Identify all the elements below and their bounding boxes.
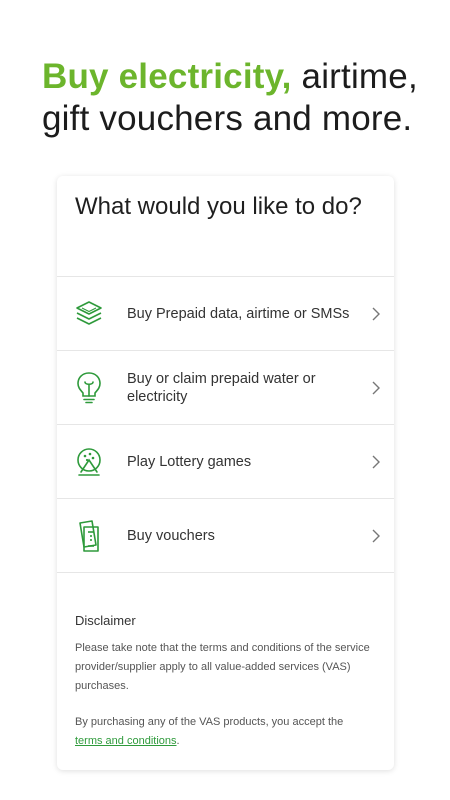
disclaimer-paragraph: Please take note that the terms and cond… [75, 642, 370, 692]
chevron-right-icon [370, 455, 382, 469]
layers-icon [74, 297, 104, 331]
chevron-right-icon [370, 529, 382, 543]
option-label: Buy Prepaid data, airtime or SMSs [127, 306, 350, 322]
disclaimer-title: Disclaimer [75, 613, 136, 628]
headline: Buy electricity, airtime, gift vouchers … [42, 56, 442, 140]
option-vouchers[interactable]: Buy vouchers [57, 499, 394, 573]
divider [57, 572, 394, 573]
option-label: Buy or claim prepaid water or electricit… [127, 371, 316, 405]
chevron-right-icon [370, 307, 382, 321]
acceptance-text: By purchasing any of the VAS products, y… [75, 716, 344, 728]
terms-link[interactable]: terms and conditions [75, 735, 177, 747]
lottery-icon [74, 445, 104, 479]
lightbulb-icon [74, 371, 104, 405]
chevron-right-icon [370, 381, 382, 395]
link-suffix: . [176, 735, 180, 747]
option-lottery[interactable]: Play Lottery games [57, 425, 394, 499]
option-label: Play Lottery games [127, 454, 252, 470]
voucher-icon [74, 519, 104, 553]
disclaimer-acceptance: By purchasing any of the VAS products, y… [75, 713, 375, 751]
headline-accent: Buy electricity, [42, 57, 292, 96]
services-card: What would you like to do? Buy Prepaid d… [57, 176, 394, 770]
option-water-electricity[interactable]: Buy or claim prepaid water or electricit… [57, 351, 394, 425]
option-prepaid-data[interactable]: Buy Prepaid data, airtime or SMSs [57, 277, 394, 351]
option-label: Buy vouchers [127, 528, 215, 544]
card-title: What would you like to do? [75, 193, 362, 220]
